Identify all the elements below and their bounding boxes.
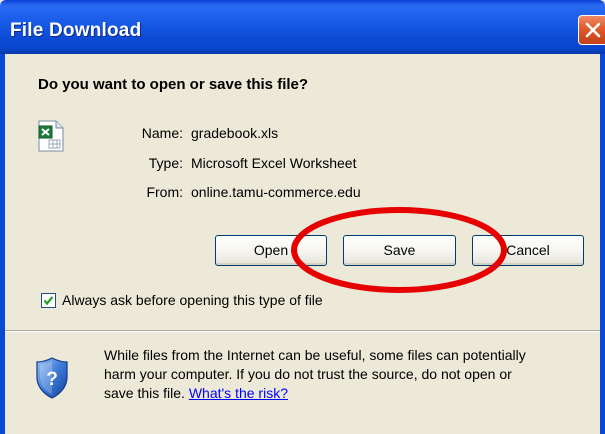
file-source-value: online.tamu-commerce.edu xyxy=(191,184,361,200)
whats-the-risk-link[interactable]: What's the risk? xyxy=(189,385,288,401)
type-label: Type: xyxy=(148,155,183,171)
always-ask-checkbox[interactable] xyxy=(41,293,56,308)
security-shield-icon: ? xyxy=(36,357,68,399)
open-button[interactable]: Open xyxy=(215,235,327,266)
file-type-value: Microsoft Excel Worksheet xyxy=(191,155,357,171)
separator-highlight xyxy=(5,331,600,332)
file-download-dialog: File Download Do you want to open or sav… xyxy=(0,0,605,434)
window-frame-left xyxy=(0,54,5,434)
window-title: File Download xyxy=(10,20,142,41)
warning-line-1: While files from the Internet can be use… xyxy=(104,347,526,363)
warning-line-3-text: save this file. xyxy=(104,385,189,401)
close-icon xyxy=(585,22,601,38)
name-label: Name: xyxy=(141,125,183,141)
close-button[interactable] xyxy=(578,15,605,45)
warning-line-2: harm your computer. If you do not trust … xyxy=(104,366,512,382)
save-button[interactable]: Save xyxy=(343,235,456,266)
warning-line-3: save this file. What's the risk? xyxy=(104,384,594,403)
always-ask-label[interactable]: Always ask before opening this type of f… xyxy=(62,292,323,308)
from-label: From: xyxy=(146,184,183,200)
title-bar[interactable]: File Download xyxy=(0,0,605,54)
security-warning-text: While files from the Internet can be use… xyxy=(104,346,594,403)
window-frame-right xyxy=(600,54,605,434)
excel-file-icon xyxy=(38,120,64,152)
dialog-question: Do you want to open or save this file? xyxy=(38,76,309,93)
svg-text:?: ? xyxy=(46,369,58,390)
cancel-button[interactable]: Cancel xyxy=(472,235,584,266)
file-name-value: gradebook.xls xyxy=(191,125,279,141)
checkmark-icon xyxy=(43,296,54,306)
